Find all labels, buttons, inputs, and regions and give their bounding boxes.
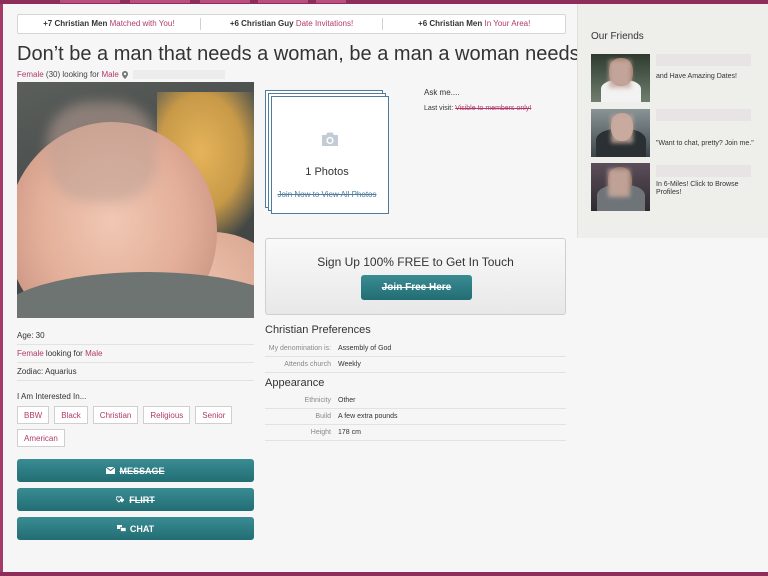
friend-avatar[interactable] bbox=[591, 54, 650, 102]
friend-message: and Have Amazing Dates! bbox=[656, 73, 737, 80]
bottom-strip bbox=[0, 572, 768, 576]
view-photos-link[interactable]: Join Now to View All Photos bbox=[265, 190, 389, 199]
last-visit-value[interactable]: Visible to members only! bbox=[455, 105, 531, 112]
location-pin-icon bbox=[121, 70, 128, 79]
friend-card[interactable]: and Have Amazing Dates! bbox=[591, 54, 766, 102]
banner-invitations[interactable]: +6 Christian Guy Date Invitations! bbox=[201, 18, 384, 30]
chat-button[interactable]: CHAT bbox=[17, 517, 254, 540]
our-friends-panel: Our Friends and Have Amazing Dates! "Wan… bbox=[577, 4, 768, 238]
profile-headline: Don’t be a man that needs a woman, be a … bbox=[17, 43, 592, 65]
sub-gender[interactable]: Female bbox=[17, 70, 44, 79]
appearance-title: Appearance bbox=[265, 377, 325, 389]
friend-name-redacted bbox=[656, 165, 751, 177]
friend-avatar[interactable] bbox=[591, 109, 650, 157]
envelope-icon bbox=[106, 467, 116, 474]
interest-tags: BBW Black Christian Religious Senior Ame… bbox=[17, 406, 257, 447]
friend-message: "Want to chat, pretty? Join me." bbox=[656, 140, 754, 147]
zodiac-row: Zodiac: Aquarius bbox=[17, 367, 254, 381]
interest-tag[interactable]: American bbox=[17, 429, 65, 447]
interest-tag[interactable]: Senior bbox=[195, 406, 233, 424]
friend-message: In 6-Miles! Click to Browse Profiles! bbox=[656, 181, 739, 196]
join-free-button[interactable]: Join Free Here bbox=[361, 275, 472, 300]
pref-row: Attends church Weekly bbox=[265, 357, 566, 373]
profile-photo[interactable] bbox=[17, 82, 254, 318]
message-button[interactable]: MESSAGE bbox=[17, 459, 254, 482]
pref-row: My denomination is: Assembly of God bbox=[265, 341, 566, 357]
profile-subline: Female (30) looking for Male bbox=[17, 70, 225, 79]
chat-bubbles-icon bbox=[116, 525, 126, 532]
photo-album[interactable]: 1 Photos Join Now to View All Photos bbox=[265, 90, 389, 214]
profile-page: +7 Christian Men Matched with You! +6 Ch… bbox=[3, 4, 768, 572]
photo-count: 1 Photos bbox=[305, 166, 349, 178]
interest-tag[interactable]: Christian bbox=[92, 406, 139, 424]
camera-icon bbox=[322, 132, 338, 146]
interest-tag[interactable]: BBW bbox=[17, 406, 50, 424]
appearance-row: Build A few extra pounds bbox=[265, 409, 566, 425]
location-redacted bbox=[132, 70, 225, 79]
sub-age: (30) looking for bbox=[45, 70, 100, 79]
appearance-row: Ethnicity Other bbox=[265, 393, 566, 409]
flirt-button[interactable]: FLIRT bbox=[17, 488, 254, 511]
gender-row: Female looking for Male bbox=[17, 349, 254, 363]
hearts-icon bbox=[116, 496, 125, 503]
christian-preferences-title: Christian Preferences bbox=[265, 324, 371, 336]
ask-me-text: Ask me.... bbox=[424, 88, 460, 97]
promo-banner[interactable]: +7 Christian Men Matched with You! +6 Ch… bbox=[17, 14, 566, 34]
gender-link[interactable]: Female bbox=[17, 349, 44, 358]
banner-matches[interactable]: +7 Christian Men Matched with You! bbox=[18, 18, 201, 30]
friend-avatar[interactable] bbox=[591, 163, 650, 211]
friend-name-redacted bbox=[656, 54, 751, 66]
sub-seeking[interactable]: Male bbox=[102, 70, 119, 79]
friends-title: Our Friends bbox=[591, 31, 644, 42]
friend-card[interactable]: In 6-Miles! Click to Browse Profiles! bbox=[591, 163, 766, 211]
interest-tag[interactable]: Black bbox=[54, 406, 88, 424]
interested-label: I Am Interested In... bbox=[17, 392, 87, 401]
signup-panel: Sign Up 100% FREE to Get In Touch Join F… bbox=[265, 238, 566, 315]
banner-area[interactable]: +6 Christian Men In Your Area! bbox=[383, 18, 565, 30]
last-visit: Last visit: Visible to members only! bbox=[424, 105, 532, 112]
seeking-link[interactable]: Male bbox=[85, 349, 102, 358]
friend-card[interactable]: "Want to chat, pretty? Join me." bbox=[591, 109, 766, 157]
friend-name-redacted bbox=[656, 109, 751, 121]
appearance-row: Height 178 cm bbox=[265, 425, 566, 441]
signup-text: Sign Up 100% FREE to Get In Touch bbox=[317, 255, 514, 269]
interest-tag[interactable]: Religious bbox=[143, 406, 191, 424]
age-row: Age: 30 bbox=[17, 331, 254, 345]
